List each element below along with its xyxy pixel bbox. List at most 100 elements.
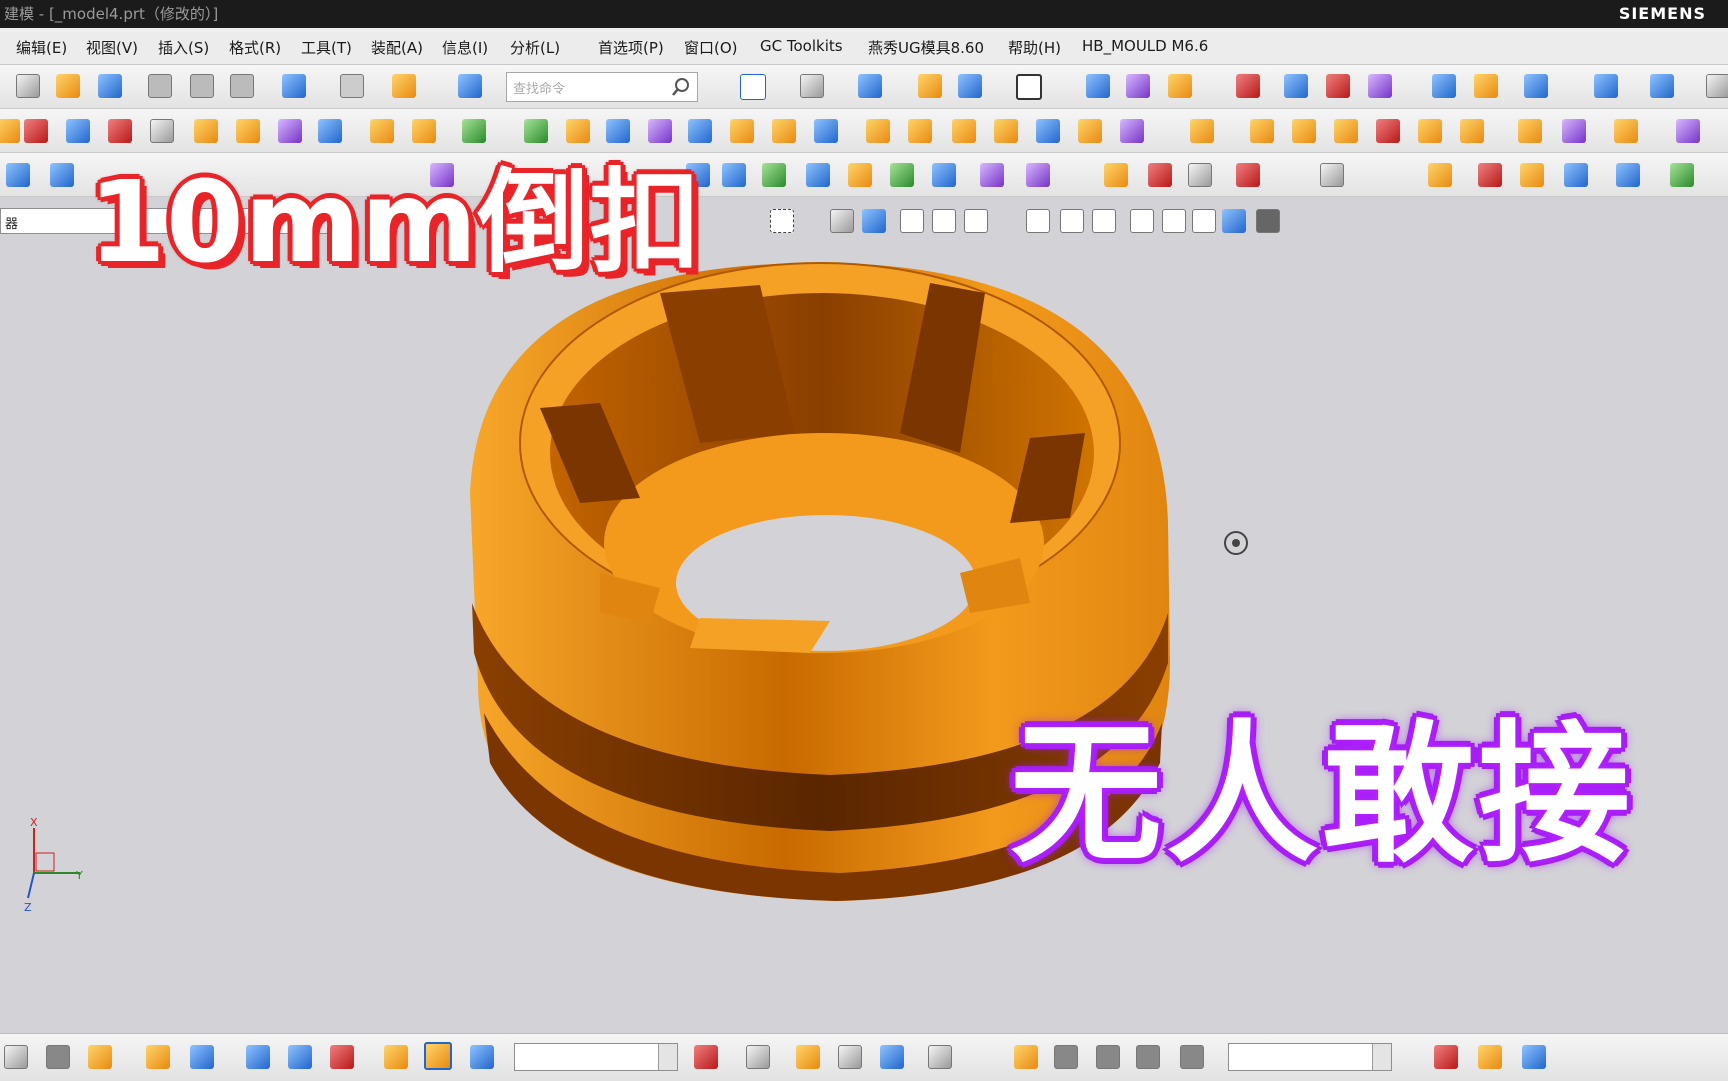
mold-cavity-icon[interactable]	[1478, 1045, 1502, 1069]
mold-tool-8-icon[interactable]	[1518, 119, 1542, 143]
sequence-icon[interactable]	[796, 1045, 820, 1069]
bridge-curve-icon[interactable]	[722, 163, 746, 187]
surface-icon[interactable]	[952, 119, 976, 143]
measure-angle-icon[interactable]	[1650, 74, 1674, 98]
snap-on-curve-icon[interactable]	[1192, 209, 1216, 233]
mold-tool-3-icon[interactable]	[1292, 119, 1316, 143]
new-file-icon[interactable]	[16, 74, 40, 98]
mate-component-icon[interactable]	[190, 1045, 214, 1069]
mold-option-select[interactable]	[1228, 1043, 1392, 1071]
section-curve-icon[interactable]	[932, 163, 956, 187]
block-icon[interactable]	[66, 119, 90, 143]
chamfer-curve-icon[interactable]	[1236, 163, 1260, 187]
part-navigator-icon[interactable]	[1168, 74, 1192, 98]
assembly-constraint-icon[interactable]	[470, 1045, 494, 1069]
snap-midpoint-icon[interactable]	[932, 209, 956, 233]
add-component-icon[interactable]	[88, 1045, 112, 1069]
replace-face-icon[interactable]	[730, 119, 754, 143]
menu-edit[interactable]: 编辑(E)	[16, 37, 67, 58]
work-part-icon[interactable]	[424, 1042, 452, 1070]
patch-icon[interactable]	[1120, 119, 1144, 143]
mold-wizard-2-icon[interactable]	[1054, 1045, 1078, 1069]
face-analysis-icon[interactable]	[1428, 163, 1452, 187]
menu-information[interactable]: 信息(I)	[442, 37, 488, 58]
mesh-icon[interactable]	[1036, 119, 1060, 143]
save-icon[interactable]	[98, 74, 122, 98]
show-hide-icon[interactable]	[918, 74, 942, 98]
divide-curve-icon[interactable]	[1026, 163, 1050, 187]
render-style-icon[interactable]	[858, 74, 882, 98]
command-search-input[interactable]: 查找命令	[506, 72, 698, 102]
through-curves-icon[interactable]	[994, 119, 1018, 143]
snap-view-icon[interactable]	[1524, 74, 1548, 98]
snap-endpoint-icon[interactable]	[900, 209, 924, 233]
object-display-icon[interactable]	[1474, 74, 1498, 98]
snap-line-icon[interactable]	[964, 209, 988, 233]
mold-tool-2-icon[interactable]	[1250, 119, 1274, 143]
shell-icon[interactable]	[648, 119, 672, 143]
intersection-curve-icon[interactable]	[848, 163, 872, 187]
menu-preferences[interactable]: 首选项(P)	[598, 37, 664, 58]
paste-icon[interactable]	[230, 74, 254, 98]
extrude-icon[interactable]	[0, 119, 20, 143]
snap-face-icon[interactable]	[1222, 209, 1246, 233]
curvature-icon[interactable]	[1564, 163, 1588, 187]
clearance-icon[interactable]	[838, 1045, 862, 1069]
mold-note-icon[interactable]	[1522, 1045, 1546, 1069]
project-curve-icon[interactable]	[806, 163, 830, 187]
mold-wizard-1-icon[interactable]	[1014, 1045, 1038, 1069]
section-analysis-icon[interactable]	[1616, 163, 1640, 187]
cut-icon[interactable]	[148, 74, 172, 98]
component-select[interactable]	[514, 1043, 678, 1071]
menu-format[interactable]: 格式(R)	[229, 37, 281, 58]
mold-tool-9-icon[interactable]	[1562, 119, 1586, 143]
mold-tool-10-icon[interactable]	[1614, 119, 1638, 143]
new-component-icon[interactable]	[146, 1045, 170, 1069]
redo-icon[interactable]	[340, 74, 364, 98]
mold-tool-11-icon[interactable]	[1676, 119, 1700, 143]
start-menu-icon[interactable]	[392, 74, 416, 98]
exploded-view-icon[interactable]	[746, 1045, 770, 1069]
trim-body-icon[interactable]	[370, 119, 394, 143]
snap-quadrant-icon[interactable]	[1130, 209, 1154, 233]
datum-plane-icon[interactable]	[524, 119, 548, 143]
menu-yanxiu-mold[interactable]: 燕秀UG模具8.60	[868, 37, 984, 58]
extension-icon[interactable]	[1078, 119, 1102, 143]
menu-view[interactable]: 视图(V)	[86, 37, 138, 58]
offset-region-icon[interactable]	[772, 119, 796, 143]
chevron-down-icon[interactable]	[1372, 1044, 1391, 1070]
layer-settings-icon[interactable]	[46, 1045, 70, 1069]
datum-csys-icon[interactable]	[1236, 74, 1260, 98]
offset-face-icon[interactable]	[194, 119, 218, 143]
menu-help[interactable]: 帮助(H)	[1008, 37, 1061, 58]
product-outline-icon[interactable]	[928, 1045, 952, 1069]
cylinder-icon[interactable]	[108, 119, 132, 143]
wcs-origin-icon[interactable]	[1326, 74, 1350, 98]
command-finder-icon[interactable]	[458, 74, 482, 98]
mold-wizard-5-icon[interactable]	[1180, 1045, 1204, 1069]
transform-icon[interactable]	[1368, 74, 1392, 98]
show-snap-icon[interactable]	[862, 209, 886, 233]
curve-icon[interactable]	[908, 119, 932, 143]
open-folder-icon[interactable]	[56, 74, 80, 98]
move-face-icon[interactable]	[236, 119, 260, 143]
mirror-assembly-icon[interactable]	[288, 1045, 312, 1069]
selection-options-icon[interactable]	[1256, 209, 1280, 233]
edit-object-icon[interactable]	[1432, 74, 1456, 98]
fillet-curve-icon[interactable]	[1188, 163, 1212, 187]
edit-curve-icon[interactable]	[1104, 163, 1128, 187]
measure-distance-icon[interactable]	[1594, 74, 1618, 98]
orient-view-icon[interactable]	[800, 74, 824, 98]
offset-curve-icon[interactable]	[762, 163, 786, 187]
thickness-analysis-icon[interactable]	[1670, 163, 1694, 187]
assembly-nav-icon[interactable]	[4, 1045, 28, 1069]
menu-tools[interactable]: 工具(T)	[301, 37, 352, 58]
mold-wizard-4-icon[interactable]	[1136, 1045, 1160, 1069]
unite-icon[interactable]	[412, 119, 436, 143]
background-icon[interactable]	[1016, 74, 1042, 100]
arrangement-icon[interactable]	[880, 1045, 904, 1069]
menu-assembly[interactable]: 装配(A)	[371, 37, 423, 58]
wcs-icon[interactable]	[1086, 74, 1110, 98]
wcs-dynamic-icon[interactable]	[1284, 74, 1308, 98]
view-section-icon[interactable]	[958, 74, 982, 98]
